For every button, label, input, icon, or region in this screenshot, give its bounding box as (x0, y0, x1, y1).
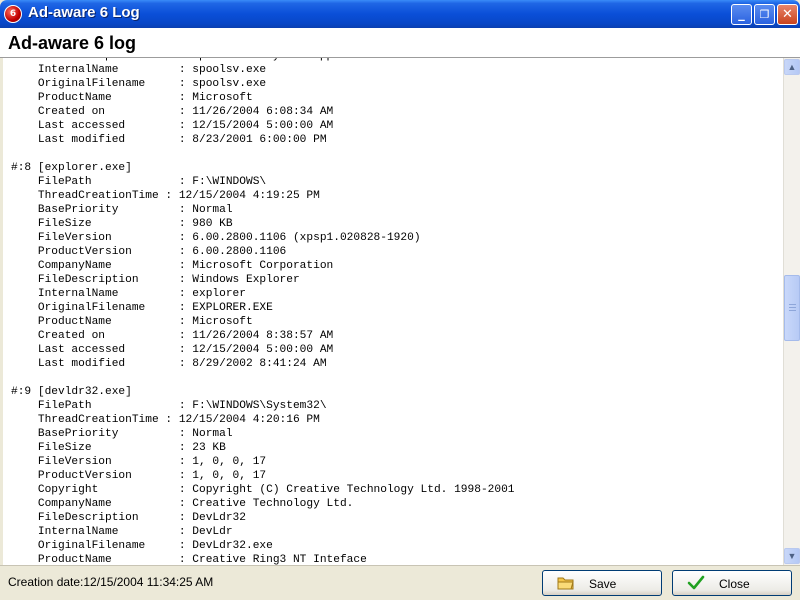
log-line: CompanyName : Microsoft Corporation (11, 260, 334, 272)
restore-icon: ❐ (759, 8, 770, 21)
log-line: OriginalFilename : DevLdr32.exe (11, 540, 273, 552)
thumb-grip-line (789, 304, 796, 305)
arrow-up-icon: ▲ (787, 62, 797, 72)
scroll-up-button[interactable]: ▲ (784, 59, 800, 75)
log-line: FilePath : F:\WINDOWS\System32\ (11, 400, 327, 412)
log-line: #:9 [devldr32.exe] (11, 386, 132, 398)
scroll-down-button[interactable]: ▼ (784, 548, 800, 564)
log-content: FileDescription : Spooler SubSystem App … (11, 58, 515, 565)
header-panel: Ad-aware 6 log (0, 28, 800, 58)
log-line: BasePriority : Normal (11, 428, 233, 440)
log-line: FileSize : 980 KB (11, 218, 233, 230)
status-bar: Creation date:12/15/2004 11:34:25 AM Sav… (0, 565, 800, 600)
log-line: FileDescription : Spooler SubSystem App (11, 58, 333, 62)
close-button[interactable]: Close (672, 570, 792, 596)
log-line: Created on : 11/26/2004 6:08:34 AM (11, 106, 334, 118)
log-line: BasePriority : Normal (11, 204, 233, 216)
log-line: ProductVersion : 1, 0, 0, 17 (11, 470, 267, 482)
close-window-button[interactable]: ✕ (777, 4, 798, 25)
log-line: FilePath : F:\WINDOWS\ (11, 176, 267, 188)
save-button[interactable]: Save (542, 570, 662, 596)
adaware-icon[interactable]: 6 (4, 5, 22, 23)
log-line: ThreadCreationTime : 12/15/2004 4:19:25 … (11, 190, 320, 202)
log-line: OriginalFilename : EXPLORER.EXE (11, 302, 273, 314)
minimize-icon: _ (738, 7, 745, 22)
log-line: #:8 [explorer.exe] (11, 162, 132, 174)
log-line: InternalName : explorer (11, 288, 246, 300)
page-title: Ad-aware 6 log (8, 33, 137, 53)
log-line: InternalName : spoolsv.exe (11, 64, 267, 76)
log-line: FileSize : 23 KB (11, 442, 226, 454)
log-line: ProductName : Creative Ring3 NT Inteface (11, 554, 367, 565)
log-line: FileDescription : DevLdr32 (11, 512, 246, 524)
minimize-button[interactable]: _ (731, 4, 752, 25)
log-line: FileVersion : 1, 0, 0, 17 (11, 456, 267, 468)
checkmark-icon (687, 575, 705, 590)
creation-date-text: Creation date:12/15/2004 11:34:25 AM (8, 575, 214, 589)
thumb-grip-line (789, 310, 796, 311)
save-button-label: Save (589, 577, 617, 591)
log-line: Last accessed : 12/15/2004 5:00:00 AM (11, 344, 334, 356)
log-line: OriginalFilename : spoolsv.exe (11, 78, 267, 90)
log-line: FileDescription : Windows Explorer (11, 274, 300, 286)
close-button-label: Close (719, 577, 750, 591)
thumb-grip-line (789, 307, 796, 308)
scroll-thumb[interactable] (784, 275, 800, 341)
folder-icon (557, 577, 574, 590)
log-line: ThreadCreationTime : 12/15/2004 4:20:16 … (11, 414, 320, 426)
window-title: Ad-aware 6 Log (28, 4, 140, 21)
log-line: ProductVersion : 6.00.2800.1106 (11, 246, 287, 258)
log-line: InternalName : DevLdr (11, 526, 233, 538)
log-window: 6 Ad-aware 6 Log _ ❐ ✕ Ad-aware 6 log Fi… (0, 0, 800, 600)
close-icon: ✕ (782, 7, 793, 22)
restore-button[interactable]: ❐ (754, 4, 775, 25)
log-line: Copyright : Copyright (C) Creative Techn… (11, 484, 515, 496)
arrow-down-icon: ▼ (787, 551, 797, 561)
vertical-scrollbar[interactable]: ▲ ▼ (783, 58, 800, 565)
log-line: CompanyName : Creative Technology Ltd. (11, 498, 354, 510)
title-bar[interactable]: 6 Ad-aware 6 Log _ ❐ ✕ (0, 0, 800, 28)
log-line: ProductName : Microsoft (11, 92, 253, 104)
log-line: Last accessed : 12/15/2004 5:00:00 AM (11, 120, 334, 132)
log-line: Last modified : 8/29/2002 8:41:24 AM (11, 358, 327, 370)
log-line: Last modified : 8/23/2001 6:00:00 PM (11, 134, 327, 146)
log-text-area[interactable]: FileDescription : Spooler SubSystem App … (3, 58, 783, 565)
log-line: FileVersion : 6.00.2800.1106 (xpsp1.0208… (11, 232, 421, 244)
log-line: ProductName : Microsoft (11, 316, 253, 328)
log-line: Created on : 11/26/2004 8:38:57 AM (11, 330, 334, 342)
